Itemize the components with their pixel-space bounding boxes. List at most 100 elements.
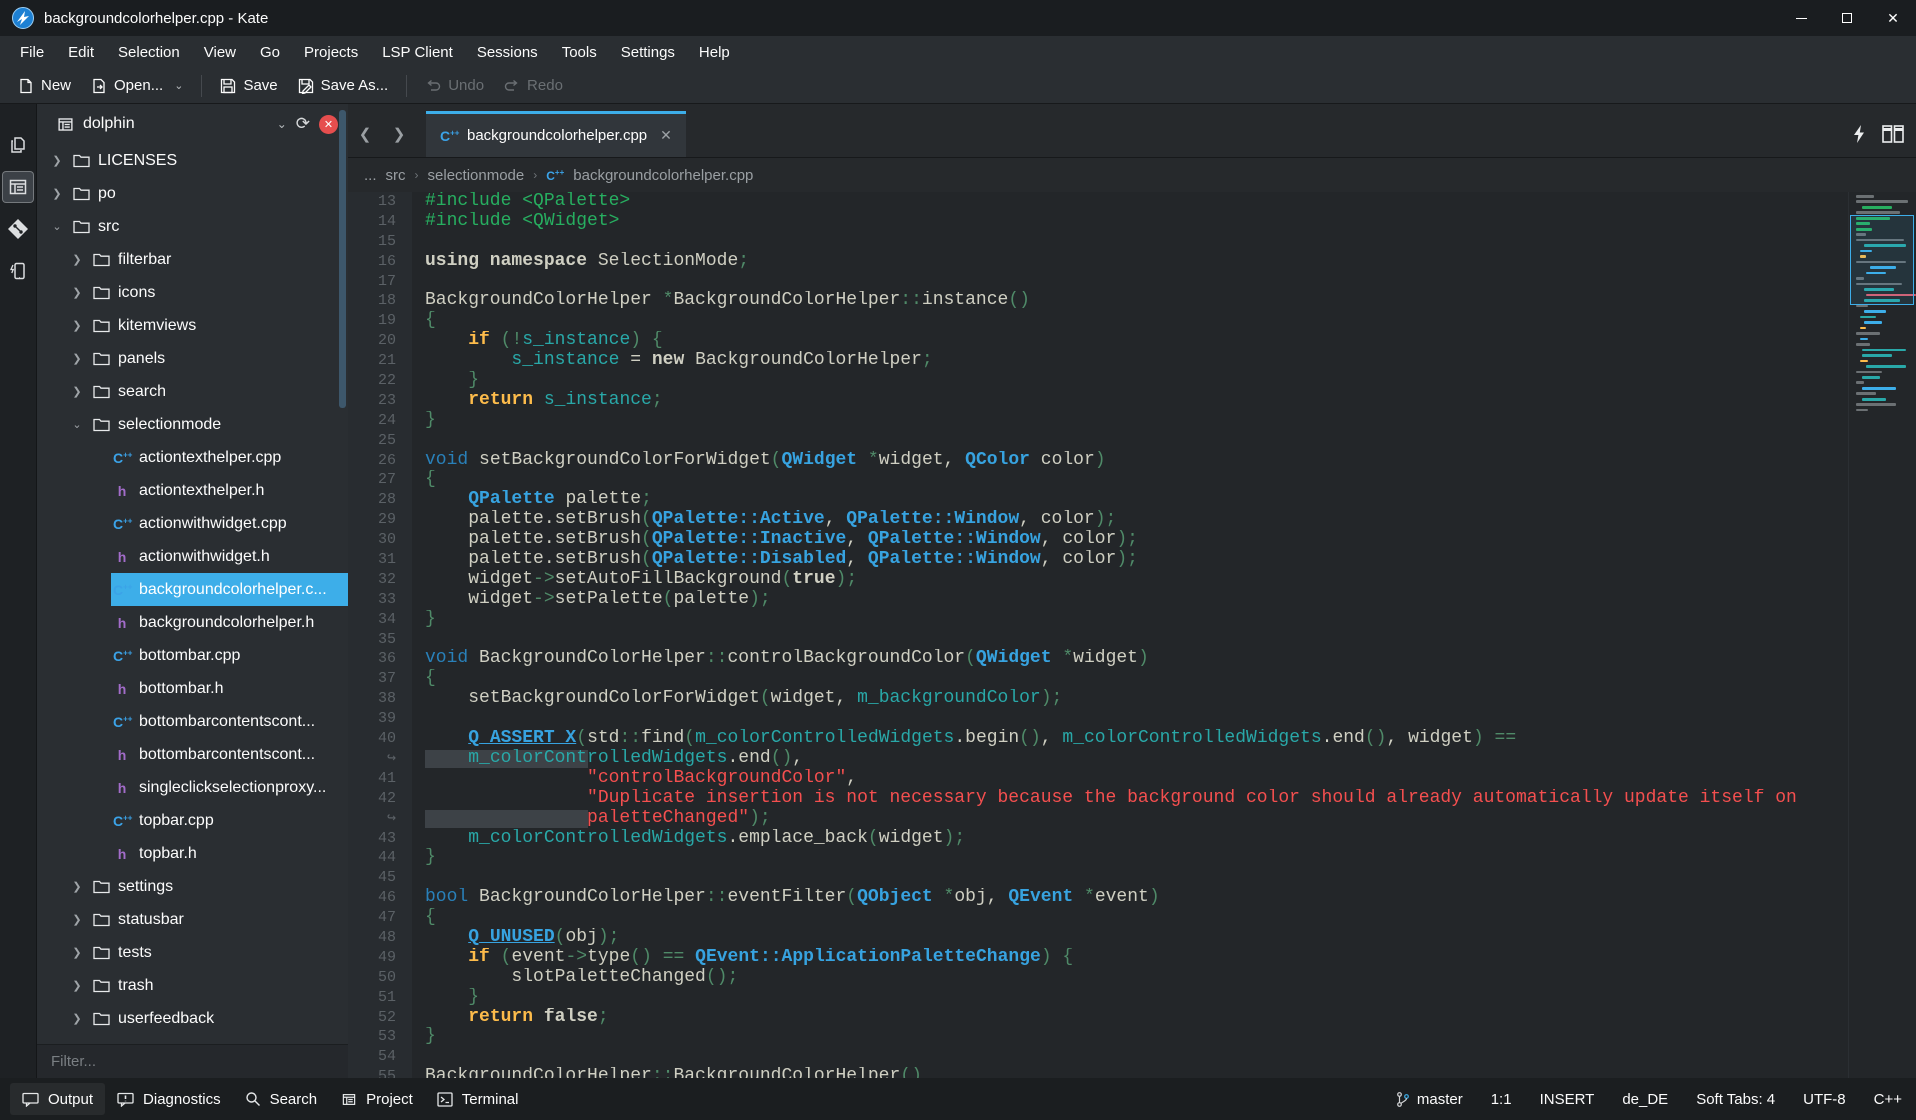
close-button[interactable]: ✕ — [1870, 0, 1916, 36]
diagnostics-panel-button[interactable]: Diagnostics — [105, 1083, 233, 1115]
tree-item-trash[interactable]: ❯trash — [37, 969, 348, 1002]
tree-item-topbar-h[interactable]: htopbar.h — [37, 837, 348, 870]
code-line[interactable]: 19{ — [348, 311, 1848, 331]
code-line[interactable]: 35 — [348, 630, 1848, 650]
save-button[interactable]: Save — [210, 72, 287, 100]
breadcrumb-selectionmode[interactable]: selectionmode — [428, 167, 525, 184]
project-panel-button[interactable]: Project — [329, 1083, 425, 1115]
maximize-button[interactable] — [1824, 0, 1870, 36]
chevron-right-icon[interactable]: ❯ — [71, 385, 83, 398]
code-line[interactable]: 54 — [348, 1047, 1848, 1067]
code-line[interactable]: 42 "Duplicate insertion is not necessary… — [348, 789, 1848, 809]
code-line[interactable]: 48 Q_UNUSED(obj); — [348, 928, 1848, 948]
code-line[interactable]: ↪ paletteChanged"); — [348, 809, 1848, 829]
menu-edit[interactable]: Edit — [56, 36, 106, 68]
code-line[interactable]: 38 setBackgroundColorForWidget(widget, m… — [348, 689, 1848, 709]
code-line[interactable]: 50 slotPaletteChanged(); — [348, 968, 1848, 988]
chevron-right-icon[interactable]: ❯ — [51, 154, 63, 167]
open-dropdown-chevron[interactable]: ⌄ — [174, 79, 183, 92]
code-view[interactable]: 13#include <QPalette>14#include <QWidget… — [348, 192, 1848, 1078]
code-line[interactable]: 15 — [348, 232, 1848, 252]
split-view-icon[interactable] — [1882, 125, 1904, 143]
lsp-toolview-button[interactable] — [3, 256, 33, 286]
menu-sessions[interactable]: Sessions — [465, 36, 550, 68]
filter-input[interactable]: Filter... — [37, 1044, 348, 1078]
breadcrumb-src[interactable]: src — [386, 167, 406, 184]
tree-item-settings[interactable]: ❯settings — [37, 870, 348, 903]
syntax-mode[interactable]: C++ — [1874, 1091, 1902, 1108]
code-line[interactable]: 25 — [348, 431, 1848, 451]
save-as-button[interactable]: Save As... — [288, 72, 399, 100]
terminal-panel-button[interactable]: Terminal — [425, 1083, 531, 1115]
redo-button[interactable]: Redo — [494, 72, 573, 100]
code-line[interactable]: ↪ m_colorControlledWidgets.end(), — [348, 749, 1848, 769]
documents-toolview-button[interactable] — [3, 130, 33, 160]
code-line[interactable]: 36void BackgroundColorHelper::controlBac… — [348, 649, 1848, 669]
chevron-right-icon[interactable]: ❯ — [71, 880, 83, 893]
menu-file[interactable]: File — [8, 36, 56, 68]
tree-item-bottombarcontentscont-[interactable]: C++bottombarcontentscont... — [37, 705, 348, 738]
tree-item-userfeedback[interactable]: ❯userfeedback — [37, 1002, 348, 1035]
code-line[interactable]: 40 Q_ASSERT_X(std::find(m_colorControlle… — [348, 729, 1848, 749]
project-dropdown-chevron[interactable]: ⌄ — [277, 117, 287, 131]
code-line[interactable]: 13#include <QPalette> — [348, 192, 1848, 212]
code-line[interactable]: 44} — [348, 848, 1848, 868]
projects-toolview-button[interactable] — [3, 172, 33, 202]
tab-settings[interactable]: Soft Tabs: 4 — [1696, 1091, 1775, 1108]
code-line[interactable]: 55BackgroundColorHelper::BackgroundColor… — [348, 1067, 1848, 1078]
code-line[interactable]: 32 widget->setAutoFillBackground(true); — [348, 570, 1848, 590]
chevron-right-icon[interactable]: ❯ — [71, 253, 83, 266]
tree-item-actiontexthelper-h[interactable]: hactiontexthelper.h — [37, 474, 348, 507]
output-panel-button[interactable]: Output — [10, 1083, 105, 1115]
git-toolview-button[interactable] — [3, 214, 33, 244]
chevron-right-icon[interactable]: ❯ — [71, 979, 83, 992]
tree-item-actionwithwidget-h[interactable]: hactionwithwidget.h — [37, 540, 348, 573]
menu-settings[interactable]: Settings — [609, 36, 687, 68]
chevron-down-icon[interactable]: ⌄ — [51, 220, 63, 233]
chevron-down-icon[interactable]: ⌄ — [71, 418, 83, 431]
tree-item-actionwithwidget-cpp[interactable]: C++actionwithwidget.cpp — [37, 507, 348, 540]
close-project-button[interactable]: ✕ — [319, 115, 338, 134]
git-branch-indicator[interactable]: master — [1396, 1091, 1463, 1108]
code-line[interactable]: 16using namespace SelectionMode; — [348, 252, 1848, 272]
breadcrumb-file[interactable]: backgroundcolorhelper.cpp — [573, 167, 753, 184]
chevron-right-icon[interactable]: ❯ — [71, 286, 83, 299]
minimap[interactable] — [1848, 192, 1916, 1078]
chevron-right-icon[interactable]: ❯ — [51, 187, 63, 200]
tree-scrollbar[interactable] — [339, 110, 346, 408]
code-line[interactable]: 17 — [348, 272, 1848, 292]
code-line[interactable]: 23 return s_instance; — [348, 391, 1848, 411]
tree-item-tests[interactable]: ❯tests — [37, 936, 348, 969]
code-line[interactable]: 43 m_colorControlledWidgets.emplace_back… — [348, 829, 1848, 849]
code-line[interactable]: 21 s_instance = new BackgroundColorHelpe… — [348, 351, 1848, 371]
menu-projects[interactable]: Projects — [292, 36, 370, 68]
tree-item-backgroundcolorhelper-c-[interactable]: C++backgroundcolorhelper.c... — [37, 573, 348, 606]
code-line[interactable]: 34} — [348, 610, 1848, 630]
cursor-position[interactable]: 1:1 — [1491, 1091, 1512, 1108]
code-line[interactable]: 27{ — [348, 470, 1848, 490]
insert-mode[interactable]: INSERT — [1540, 1091, 1595, 1108]
tab-backgroundcolorhelper[interactable]: C++ backgroundcolorhelper.cpp ✕ — [426, 111, 686, 157]
tree-item-bottombar-cpp[interactable]: C++bottombar.cpp — [37, 639, 348, 672]
menu-go[interactable]: Go — [248, 36, 292, 68]
code-line[interactable]: 24} — [348, 411, 1848, 431]
code-line[interactable]: 45 — [348, 868, 1848, 888]
menu-help[interactable]: Help — [687, 36, 742, 68]
code-line[interactable]: 51 } — [348, 988, 1848, 1008]
chevron-right-icon[interactable]: ❯ — [71, 1012, 83, 1025]
tree-item-src[interactable]: ⌄src — [37, 210, 348, 243]
menu-lsp-client[interactable]: LSP Client — [370, 36, 465, 68]
tree-item-selectionmode[interactable]: ⌄selectionmode — [37, 408, 348, 441]
tree-item-actiontexthelper-cpp[interactable]: C++actiontexthelper.cpp — [37, 441, 348, 474]
tree-item-kitemviews[interactable]: ❯kitemviews — [37, 309, 348, 342]
encoding[interactable]: UTF-8 — [1803, 1091, 1846, 1108]
tree-item-icons[interactable]: ❯icons — [37, 276, 348, 309]
dictionary[interactable]: de_DE — [1622, 1091, 1668, 1108]
chevron-right-icon[interactable]: ❯ — [71, 352, 83, 365]
minimap-viewport[interactable] — [1850, 215, 1914, 305]
minimize-button[interactable] — [1778, 0, 1824, 36]
code-line[interactable]: 20 if (!s_instance) { — [348, 331, 1848, 351]
code-line[interactable]: 33 widget->setPalette(palette); — [348, 590, 1848, 610]
chevron-right-icon[interactable]: ❯ — [71, 946, 83, 959]
refresh-icon[interactable]: ⟳ — [296, 114, 310, 134]
